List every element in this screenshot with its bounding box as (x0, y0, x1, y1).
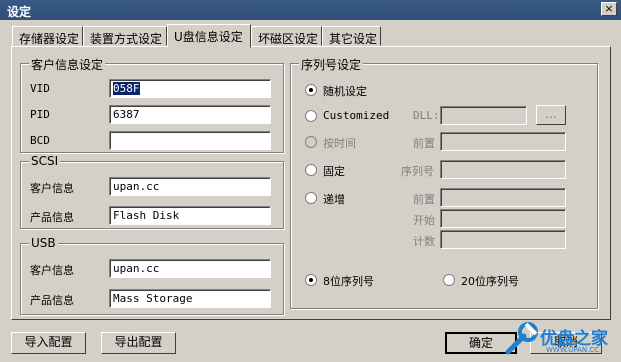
tab-bad-sector[interactable]: 坏磁区设定 (251, 26, 322, 46)
scsi-legend: SCSI (29, 154, 61, 168)
customer-info-group: 客户信息设定 VID 058F PID 6387 BCD (20, 56, 284, 153)
dll-field[interactable] (440, 106, 527, 125)
customized-radio[interactable] (305, 110, 317, 122)
time-prefix-label: 前置 (413, 137, 435, 150)
usb-vendor-label: 客户信息 (30, 264, 74, 277)
increment-label: 递增 (323, 193, 345, 206)
20-digit-serial-radio[interactable] (443, 274, 455, 286)
increment-radio[interactable] (305, 192, 317, 204)
start-label: 开始 (413, 214, 435, 227)
scsi-group: SCSI 客户信息 upan.cc 产品信息 Flash Disk (20, 154, 284, 229)
8-digit-serial-radio[interactable] (305, 274, 317, 286)
usb-legend: USB (29, 236, 58, 250)
watermark-logo: 优盘之家 WWW.UPAN.CC (502, 320, 620, 360)
time-prefix-field[interactable] (440, 132, 566, 151)
8-digit-serial-label: 8位序列号 (323, 275, 374, 288)
bcd-label: BCD (30, 134, 50, 147)
pid-label: PID (30, 108, 50, 121)
export-config-button[interactable]: 导出配置 (101, 332, 176, 354)
serial-number-legend: 序列号设定 (299, 56, 364, 73)
count-field[interactable] (440, 230, 566, 249)
title-bar: 设定 × (0, 0, 621, 20)
vid-field[interactable]: 058F (109, 79, 271, 98)
scsi-product-field[interactable]: Flash Disk (109, 206, 271, 225)
dll-label: DLL: (413, 109, 440, 122)
customer-info-legend: 客户信息设定 (29, 56, 106, 73)
fixed-radio[interactable] (305, 164, 317, 176)
scsi-product-label: 产品信息 (30, 211, 74, 224)
logo-url: WWW.UPAN.CC (546, 346, 600, 354)
usb-group: USB 客户信息 upan.cc 产品信息 Mass Storage (20, 236, 284, 315)
tab-udisk-info[interactable]: U盘信息设定 (167, 24, 251, 48)
bcd-field[interactable] (109, 131, 271, 150)
fixed-label: 固定 (323, 165, 345, 178)
increment-prefix-label: 前置 (413, 193, 435, 206)
serial-number-field[interactable] (440, 160, 566, 179)
usb-product-field[interactable]: Mass Storage (109, 289, 271, 308)
scsi-vendor-label: 客户信息 (30, 182, 74, 195)
serial-number-label: 序列号 (401, 165, 434, 178)
random-label: 随机设定 (323, 85, 367, 98)
pid-field[interactable]: 6387 (109, 105, 271, 124)
window-title: 设定 (7, 5, 32, 19)
start-field[interactable] (440, 209, 566, 228)
count-label: 计数 (413, 235, 435, 248)
vid-label: VID (30, 82, 50, 95)
close-button[interactable]: × (601, 2, 617, 16)
serial-number-group: 序列号设定 随机设定 Customized DLL: ... 按时间 前置 固定… (290, 56, 598, 309)
wrench-logo-icon (505, 322, 538, 355)
tab-other[interactable]: 其它设定 (322, 26, 381, 46)
random-radio[interactable] (305, 84, 317, 96)
increment-prefix-field[interactable] (440, 188, 566, 207)
customized-label: Customized (323, 109, 390, 122)
import-config-button[interactable]: 导入配置 (11, 332, 86, 354)
20-digit-serial-label: 20位序列号 (461, 275, 519, 288)
scsi-vendor-field[interactable]: upan.cc (109, 177, 271, 196)
usb-vendor-field[interactable]: upan.cc (109, 259, 271, 278)
usb-product-label: 产品信息 (30, 294, 74, 307)
by-time-radio[interactable] (305, 136, 317, 148)
tab-device-mode[interactable]: 装置方式设定 (83, 26, 167, 46)
tab-panel: 客户信息设定 VID 058F PID 6387 BCD SCSI 客户信息 u… (11, 46, 611, 320)
tab-storage[interactable]: 存储器设定 (12, 26, 83, 46)
by-time-label: 按时间 (323, 137, 356, 150)
dll-browse-button[interactable]: ... (536, 105, 566, 125)
